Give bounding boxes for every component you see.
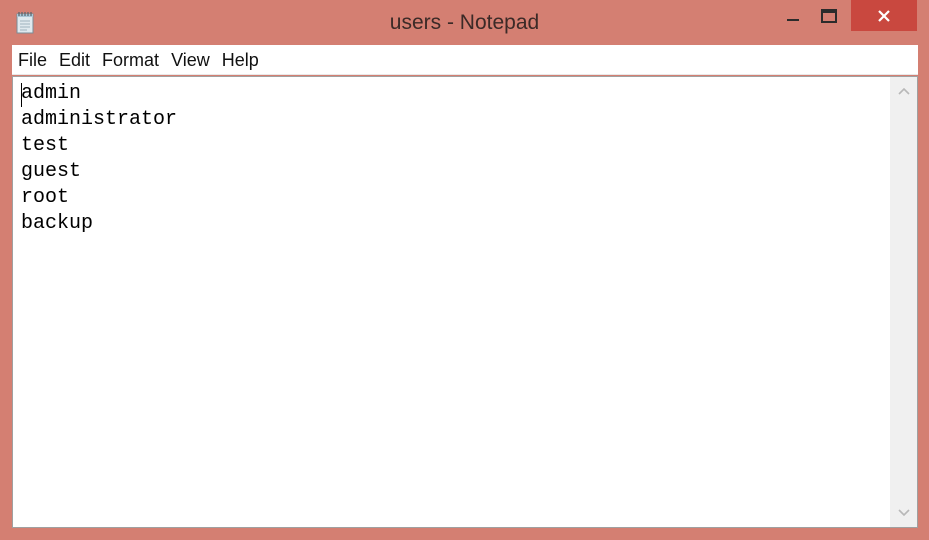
title-bar[interactable]: users - Notepad <box>0 0 929 44</box>
text-line: admin <box>21 82 82 105</box>
menu-file[interactable]: File <box>12 45 53 75</box>
chevron-down-icon <box>897 509 910 517</box>
scroll-up-button[interactable] <box>890 77 917 105</box>
menu-help[interactable]: Help <box>216 45 265 75</box>
editor-area[interactable]: admin administrator test guest root back… <box>12 76 918 528</box>
text-line: administrator <box>21 108 178 131</box>
menu-edit[interactable]: Edit <box>53 45 96 75</box>
notepad-window: users - Notepad File Edit Format View He… <box>0 0 929 540</box>
chevron-up-icon <box>897 87 910 95</box>
notepad-icon[interactable] <box>14 10 36 34</box>
text-line: root <box>21 186 70 209</box>
text-line: backup <box>21 212 94 235</box>
text-line: guest <box>21 160 82 183</box>
menu-view[interactable]: View <box>165 45 216 75</box>
text-caret <box>21 83 22 107</box>
scroll-down-button[interactable] <box>890 499 917 527</box>
menu-format[interactable]: Format <box>96 45 165 75</box>
close-icon <box>878 9 890 22</box>
vertical-scrollbar[interactable] <box>890 77 917 527</box>
maximize-button[interactable] <box>806 0 852 31</box>
close-button[interactable] <box>851 0 917 31</box>
text-line: test <box>21 134 70 157</box>
text-content[interactable]: admin administrator test guest root back… <box>13 77 891 527</box>
maximize-icon <box>821 8 837 23</box>
minimize-icon <box>787 18 799 21</box>
menu-bar: File Edit Format View Help <box>12 45 918 75</box>
